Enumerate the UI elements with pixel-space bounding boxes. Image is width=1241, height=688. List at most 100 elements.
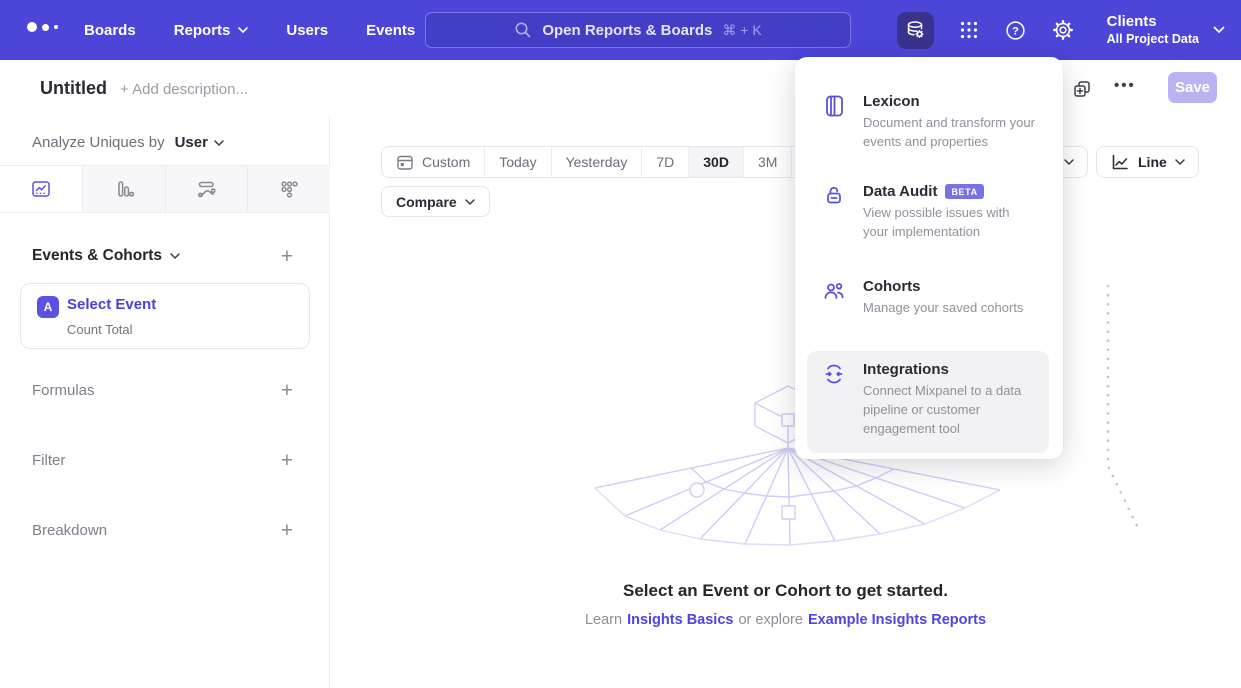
event-card[interactable]: A Select Event Count Total — [20, 283, 310, 349]
date-range-yesterday[interactable]: Yesterday — [551, 147, 642, 177]
search-icon — [514, 21, 532, 39]
query-sidebar: Analyze Uniques by User — [0, 116, 330, 688]
save-button[interactable]: Save — [1168, 72, 1217, 103]
nav-right-icons: ? Clients All Project Data — [897, 0, 1225, 60]
report-title[interactable]: Untitled — [40, 78, 107, 99]
menu-item-title: Lexicon — [863, 93, 920, 110]
flows-tab-icon — [195, 178, 217, 200]
nav-item-label: Reports — [174, 22, 231, 39]
date-range-30d[interactable]: 30D — [688, 147, 743, 177]
date-range-label: Custom — [422, 154, 470, 170]
integrations-icon — [821, 361, 847, 387]
chart-type-dropdown[interactable]: Line — [1096, 146, 1199, 178]
learn-prefix: Learn — [585, 612, 622, 628]
event-badge: A — [37, 296, 59, 318]
help-button[interactable]: ? — [1004, 19, 1027, 42]
date-range-3m[interactable]: 3M — [743, 147, 791, 177]
menu-item-title: Integrations — [863, 361, 949, 378]
menu-item-data-audit[interactable]: Data Audit BETA View possible issues wit… — [807, 173, 1049, 252]
insights-basics-link[interactable]: Insights Basics — [627, 612, 733, 628]
svg-text:?: ? — [1012, 25, 1019, 37]
project-selector[interactable]: Clients All Project Data — [1099, 13, 1225, 47]
add-breakdown-button[interactable]: + — [281, 520, 293, 541]
tab-metric-chart[interactable] — [247, 166, 330, 212]
date-range-label: Today — [499, 154, 536, 170]
chevron-down-icon — [465, 199, 475, 205]
nav-item-label: Users — [286, 22, 328, 39]
date-range-label: 7D — [656, 154, 674, 170]
nav-links: Boards Reports Users Events — [84, 0, 415, 60]
nav-item-reports[interactable]: Reports — [174, 22, 249, 39]
select-event-button[interactable]: Select Event — [67, 296, 156, 313]
chart-type-tabs — [0, 165, 330, 213]
date-range-custom[interactable]: Custom — [382, 147, 484, 177]
nav-item-label: Events — [366, 22, 415, 39]
date-range-today[interactable]: Today — [484, 147, 550, 177]
menu-item-lexicon[interactable]: Lexicon Document and transform your even… — [807, 83, 1049, 162]
analyze-uniques-selector[interactable]: Analyze Uniques by User — [32, 134, 224, 151]
add-event-button[interactable]: + — [281, 246, 293, 267]
analyze-label: Analyze Uniques by — [32, 134, 165, 151]
metric-tab-icon — [278, 178, 300, 200]
cohorts-icon — [821, 278, 847, 304]
nav-item-boards[interactable]: Boards — [84, 22, 136, 39]
menu-item-description: View possible issues with your implement… — [863, 204, 1037, 242]
chevron-down-icon — [238, 27, 248, 33]
chevron-down-icon — [1064, 159, 1074, 165]
menu-item-integrations[interactable]: Integrations Connect Mixpanel to a data … — [807, 351, 1049, 453]
menu-item-description: Connect Mixpanel to a data pipeline or c… — [863, 382, 1037, 439]
tab-flows-chart[interactable] — [165, 166, 248, 212]
date-range-label: 3M — [758, 154, 777, 170]
explore-text: or explore — [738, 612, 802, 628]
filter-label: Filter — [32, 452, 65, 469]
menu-item-description: Document and transform your events and p… — [863, 114, 1037, 152]
add-formula-button[interactable]: + — [281, 380, 293, 401]
apps-grid-button[interactable] — [958, 19, 980, 41]
count-total-selector[interactable]: Count Total — [67, 322, 133, 337]
search-input[interactable]: Open Reports & Boards ⌘ + K — [425, 12, 851, 48]
project-info: Clients All Project Data — [1107, 13, 1199, 47]
calendar-icon — [396, 153, 414, 171]
date-range-label: Yesterday — [566, 154, 628, 170]
empty-state-links: Learn Insights Basics or explore Example… — [330, 612, 1241, 628]
project-name: Clients — [1107, 13, 1199, 32]
data-management-button[interactable] — [897, 12, 934, 49]
project-scope: All Project Data — [1107, 32, 1199, 48]
chevron-down-icon — [170, 253, 180, 259]
date-range-7d[interactable]: 7D — [641, 147, 688, 177]
chart-type-label: Line — [1138, 154, 1167, 170]
date-range-control: Custom Today Yesterday 7D 30D 3M 6M — [381, 146, 841, 178]
menu-item-cohorts[interactable]: Cohorts Manage your saved cohorts — [807, 268, 1049, 328]
nav-item-events[interactable]: Events — [366, 22, 415, 39]
breakdown-label: Breakdown — [32, 522, 107, 539]
add-filter-button[interactable]: + — [281, 450, 293, 471]
tab-line-chart[interactable] — [0, 166, 82, 212]
menu-item-title: Data Audit — [863, 183, 937, 200]
top-nav: Boards Reports Users Events Open Reports… — [0, 0, 1241, 60]
search-placeholder: Open Reports & Boards — [542, 22, 712, 39]
chevron-down-icon — [214, 140, 224, 146]
duplicate-icon — [1072, 79, 1092, 99]
events-cohorts-heading[interactable]: Events & Cohorts — [32, 247, 180, 265]
database-gear-icon — [904, 19, 926, 41]
mixpanel-logo-icon[interactable] — [27, 22, 58, 32]
chevron-down-icon — [1213, 26, 1225, 34]
menu-item-description: Manage your saved cohorts — [863, 299, 1037, 318]
bar-chart-tab-icon — [113, 178, 135, 200]
settings-button[interactable] — [1051, 18, 1075, 42]
tab-bar-chart[interactable] — [82, 166, 165, 212]
example-reports-link[interactable]: Example Insights Reports — [808, 612, 986, 628]
empty-state-title: Select an Event or Cohort to get started… — [330, 581, 1241, 601]
gear-icon — [1051, 18, 1075, 42]
analyze-value: User — [175, 134, 208, 151]
compare-button[interactable]: Compare — [381, 186, 490, 217]
duplicate-button[interactable] — [1072, 79, 1092, 99]
events-cohorts-label: Events & Cohorts — [32, 247, 162, 265]
add-description-field[interactable]: + Add description... — [120, 81, 248, 98]
more-options-button[interactable]: ••• — [1114, 77, 1136, 94]
menu-item-title: Cohorts — [863, 278, 921, 295]
compare-label: Compare — [396, 194, 457, 210]
data-management-menu: Lexicon Document and transform your even… — [795, 57, 1063, 459]
nav-item-users[interactable]: Users — [286, 22, 328, 39]
app-window: Boards Reports Users Events Open Reports… — [0, 0, 1241, 688]
